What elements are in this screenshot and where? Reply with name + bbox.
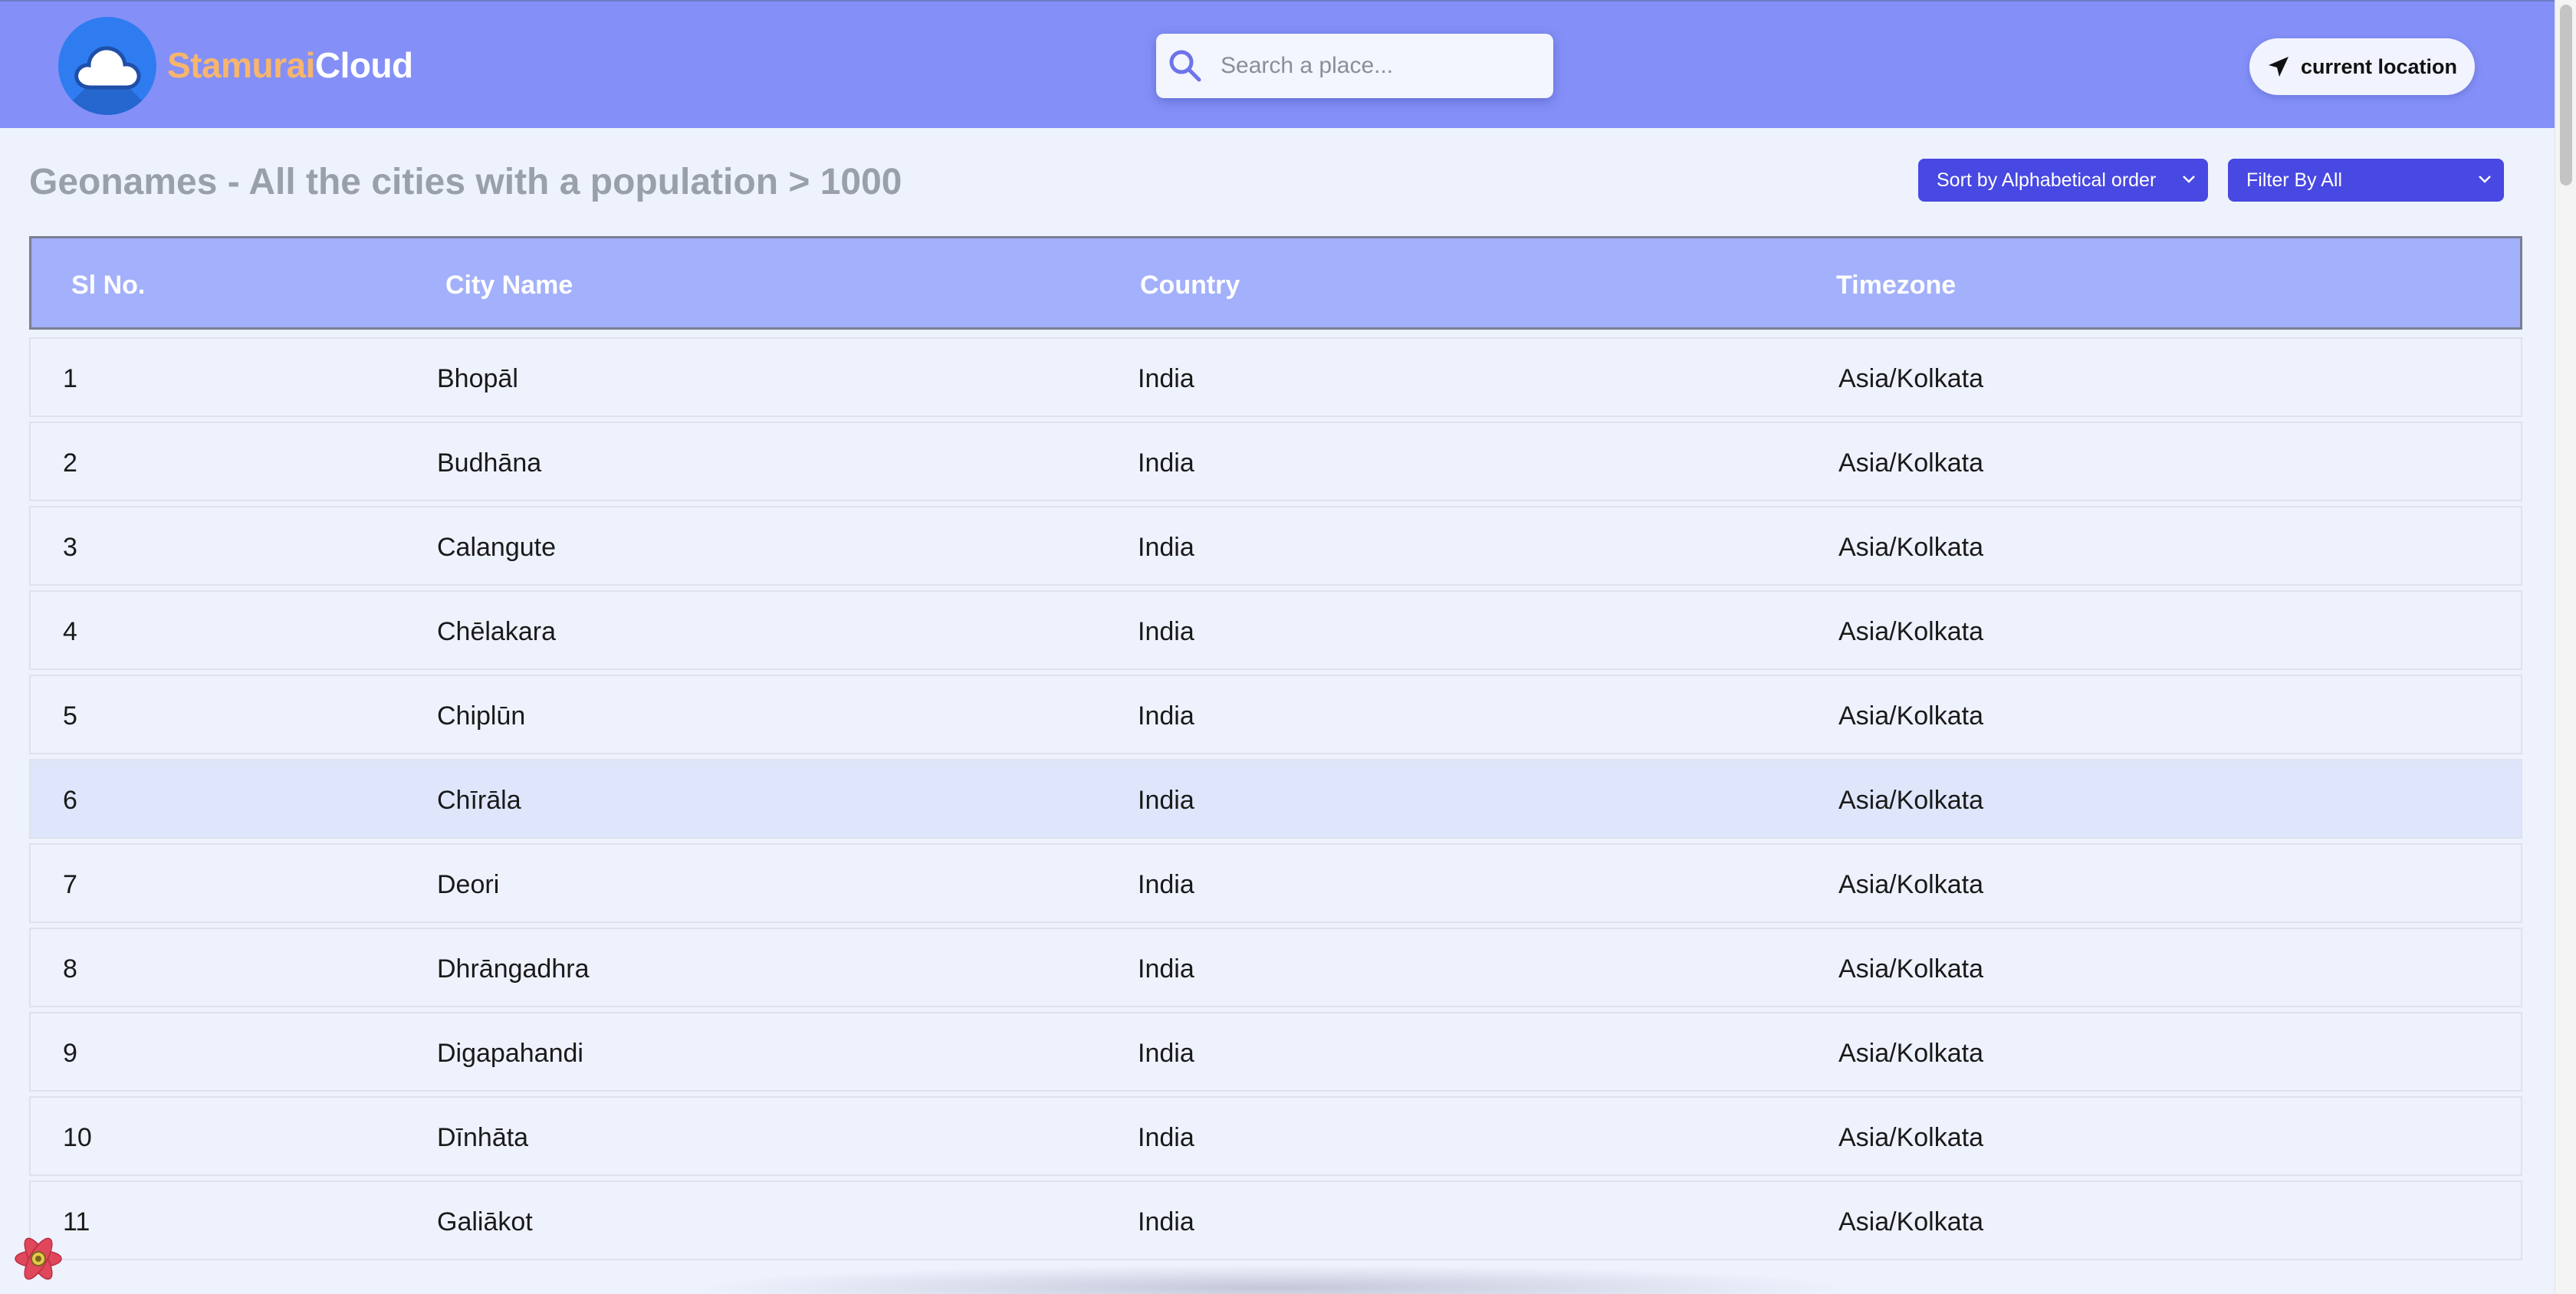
cell-sl-no: 9 [63,1039,77,1068]
column-header-timezone[interactable]: Timezone [1836,271,1956,301]
current-location-label: current location [2300,54,2458,78]
cell-city-name: Chiplūn [437,701,526,731]
cell-sl-no: 7 [63,870,77,899]
app-page: StamuraiCloud current location Geonames … [0,0,2576,1294]
column-header-sl-no[interactable]: Sl No. [71,271,145,301]
cell-country: India [1138,1123,1194,1152]
brand-name-part2: Cloud [314,45,413,85]
table-body: 1 Bhopāl India Asia/Kolkata 2 Budhāna India Asi… [29,337,2522,1260]
table-row[interactable]: 8 Dhrāngadhra India Asia/Kolkata [29,928,2522,1007]
cell-timezone: Asia/Kolkata [1838,1207,1983,1237]
table-row[interactable]: 9 Digapahandi India Asia/Kolkata [29,1012,2522,1092]
cell-timezone: Asia/Kolkata [1838,701,1983,731]
cell-sl-no: 4 [63,617,77,646]
cell-country: India [1138,701,1194,731]
cell-city-name: Calangute [437,533,557,562]
cell-sl-no: 3 [63,533,77,562]
cell-sl-no: 8 [63,954,77,984]
page-title: Geonames - All the cities with a populat… [29,162,902,202]
chevron-down-icon [2479,176,2491,183]
bottom-shadow [690,1265,1855,1294]
scrollbar-thumb[interactable] [2560,5,2572,186]
table-row[interactable]: 10 Dīnhāta India Asia/Kolkata [29,1096,2522,1176]
table-row[interactable]: 7 Deori India Asia/Kolkata [29,843,2522,923]
cell-city-name: Budhāna [437,448,542,478]
cell-timezone: Asia/Kolkata [1838,364,1983,393]
cell-sl-no: 6 [63,786,77,815]
chevron-down-icon [2183,176,2195,183]
cell-city-name: Digapahandi [437,1039,583,1068]
table-row[interactable]: 11 Galiākot India Asia/Kolkata [29,1181,2522,1260]
cell-timezone: Asia/Kolkata [1838,954,1983,984]
search-box [1156,34,1553,98]
cell-country: India [1138,1039,1194,1068]
cell-timezone: Asia/Kolkata [1838,617,1983,646]
table-row[interactable]: 3 Calangute India Asia/Kolkata [29,506,2522,586]
cell-country: India [1138,364,1194,393]
cell-city-name: Chēlakara [437,617,556,646]
cell-country: India [1138,617,1194,646]
cell-timezone: Asia/Kolkata [1838,870,1983,899]
cloud-logo-icon[interactable] [58,17,156,115]
cities-table: Sl No. City Name Country Timezone 1 Bhopā… [29,236,2522,1265]
cell-city-name: Deori [437,870,500,899]
cell-timezone: Asia/Kolkata [1838,1039,1983,1068]
table-row[interactable]: 6 Chīrāla India Asia/Kolkata [29,759,2522,839]
react-devtools-icon[interactable] [11,1231,66,1286]
cell-country: India [1138,954,1194,984]
search-input[interactable] [1214,34,1536,98]
top-bar: StamuraiCloud current location [0,0,2555,128]
filter-select-label: Filter By All [2246,169,2343,191]
cell-timezone: Asia/Kolkata [1838,1123,1983,1152]
cell-country: India [1138,448,1194,478]
column-header-country[interactable]: Country [1140,271,1240,301]
brand-name[interactable]: StamuraiCloud [167,44,413,86]
table-row[interactable]: 1 Bhopāl India Asia/Kolkata [29,337,2522,417]
cell-country: India [1138,533,1194,562]
cell-timezone: Asia/Kolkata [1838,448,1983,478]
filter-select[interactable]: Filter By All [2228,159,2504,202]
column-header-city-name[interactable]: City Name [445,271,573,301]
cell-sl-no: 2 [63,448,77,478]
cell-city-name: Dīnhāta [437,1123,529,1152]
cell-sl-no: 10 [63,1123,92,1152]
page-scrollbar[interactable] [2555,0,2576,1294]
brand-name-part1: Stamurai [167,45,315,85]
table-row[interactable]: 4 Chēlakara India Asia/Kolkata [29,590,2522,670]
cell-country: India [1138,786,1194,815]
search-icon [1169,50,1201,82]
cell-sl-no: 1 [63,364,77,393]
table-row[interactable]: 2 Budhāna India Asia/Kolkata [29,422,2522,501]
cell-country: India [1138,870,1194,899]
cell-sl-no: 11 [63,1207,90,1237]
cell-country: India [1138,1207,1194,1237]
sort-select[interactable]: Sort by Alphabetical order [1918,159,2208,202]
table-header: Sl No. City Name Country Timezone [29,236,2522,330]
current-location-button[interactable]: current location [2249,38,2475,95]
navigation-arrow-icon [2268,57,2288,77]
cell-city-name: Galiākot [437,1207,533,1237]
cell-city-name: Chīrāla [437,786,521,815]
cell-city-name: Dhrāngadhra [437,954,590,984]
cell-city-name: Bhopāl [437,364,518,393]
cell-timezone: Asia/Kolkata [1838,786,1983,815]
cell-sl-no: 5 [63,701,77,731]
table-row[interactable]: 5 Chiplūn India Asia/Kolkata [29,675,2522,754]
sort-select-label: Sort by Alphabetical order [1937,169,2157,191]
cell-timezone: Asia/Kolkata [1838,533,1983,562]
